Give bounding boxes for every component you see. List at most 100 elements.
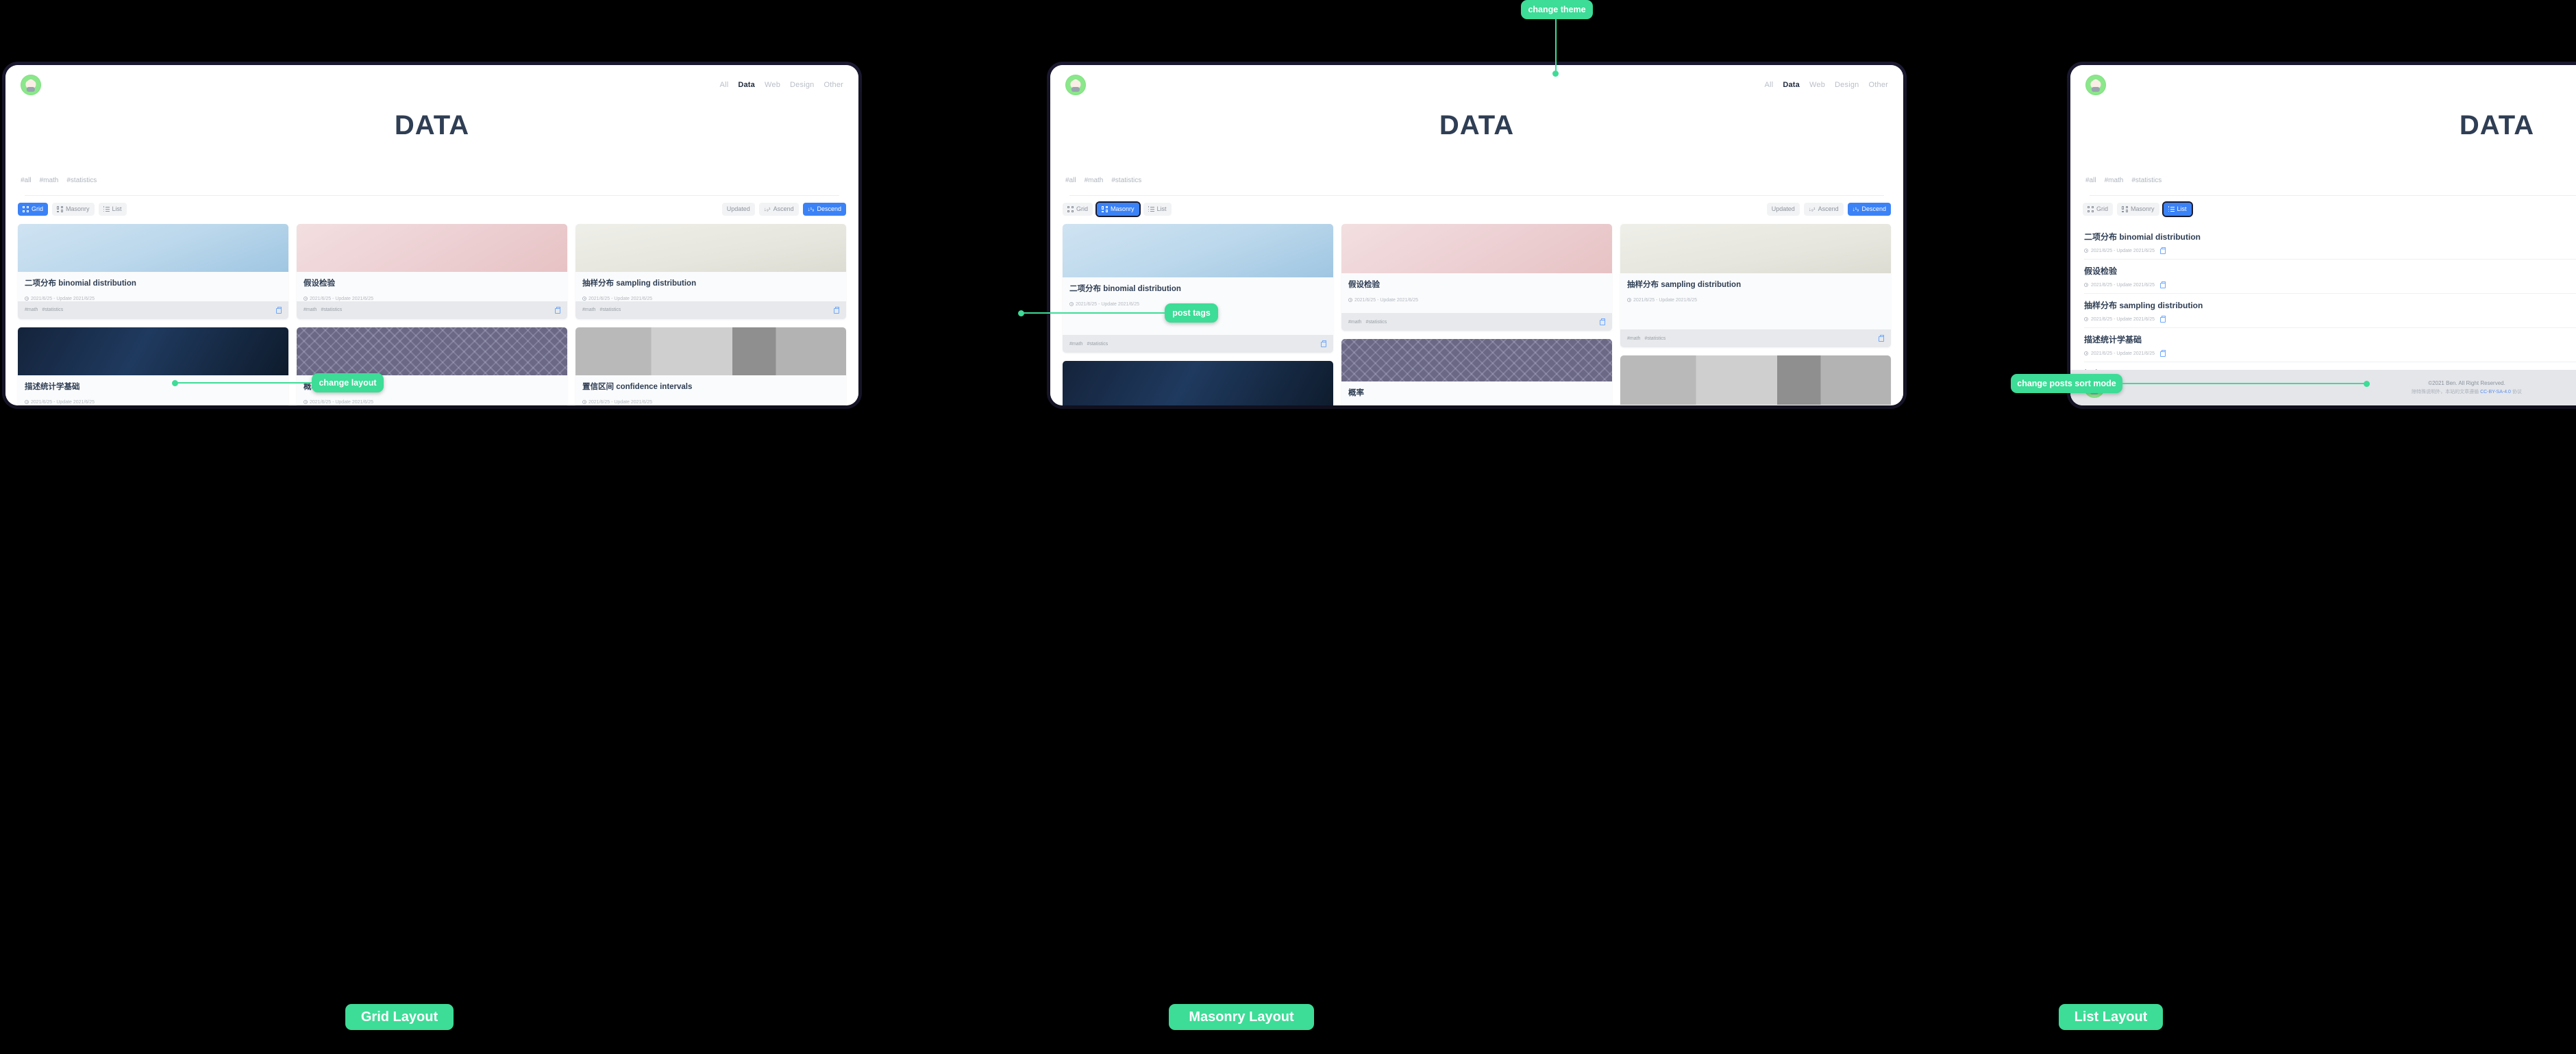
post-tag[interactable]: #statistics xyxy=(1644,336,1665,341)
panel-label-masonry: Masonry Layout xyxy=(1169,1004,1314,1030)
layout-button-list[interactable]: List xyxy=(2162,201,2193,217)
post-title: 概率 xyxy=(1348,389,1364,397)
nav-item-data[interactable]: Data xyxy=(1783,81,1800,89)
sort-button-descend[interactable]: ↓¹₉ Descend xyxy=(1847,203,1891,216)
post-tag[interactable]: #math xyxy=(304,308,317,312)
post-thumbnail xyxy=(1620,224,1891,273)
clock-icon xyxy=(2084,351,2088,355)
nav-item-data[interactable]: Data xyxy=(738,81,755,89)
layout-button-list[interactable]: List xyxy=(98,203,127,216)
post-thumbnail xyxy=(575,327,846,375)
layout-button-masonry[interactable]: Masonry xyxy=(1095,201,1141,217)
avatar[interactable] xyxy=(2085,75,2106,95)
list-item[interactable]: 假设检验 2021/6/25 - Update 2021/6/25 #math … xyxy=(2084,260,2576,294)
layout-button-masonry[interactable]: Masonry xyxy=(52,203,95,216)
sort-ascend-icon: ↓₉¹ xyxy=(1808,206,1816,212)
layout-button-grid[interactable]: Grid xyxy=(1063,203,1093,216)
post-card[interactable]: 置信区间 confidence intervals 2021/6/25 - Up… xyxy=(1620,355,1891,405)
post-card[interactable]: 二项分布 binomial distribution 2021/6/25 - U… xyxy=(1063,224,1333,353)
leader-change-theme xyxy=(1555,19,1557,74)
post-date: 2021/6/25 - Update 2021/6/25 xyxy=(310,399,374,405)
post-tag[interactable]: #math xyxy=(1348,320,1361,325)
clock-icon xyxy=(582,297,586,301)
clock-icon xyxy=(304,400,308,405)
panel-label-list-text: List Layout xyxy=(2074,1009,2148,1025)
tag-math[interactable]: #math xyxy=(40,177,59,184)
sort-button-updated[interactable]: Updated xyxy=(721,203,755,216)
sort-button-updated[interactable]: Updated xyxy=(1766,203,1800,216)
list-item[interactable]: 描述统计学基础 2021/6/25 - Update 2021/6/25 #ma… xyxy=(2084,328,2576,362)
post-card[interactable]: 概率 2021/6/25 - Update 2021/6/25 #math #s… xyxy=(297,327,567,405)
avatar[interactable] xyxy=(21,75,41,95)
nav-item-web[interactable]: Web xyxy=(1809,81,1825,89)
leader-dot-post-tags xyxy=(1018,310,1024,316)
layout-switcher: Grid Masonry List xyxy=(18,203,127,216)
clock-icon xyxy=(2084,283,2088,287)
post-card[interactable]: 抽样分布 sampling distribution 2021/6/25 - U… xyxy=(575,224,846,319)
leader-dot-change-layout xyxy=(172,380,178,386)
layout-button-grid[interactable]: Grid xyxy=(2083,203,2114,216)
jar-icon xyxy=(2160,247,2166,254)
post-thumbnail xyxy=(1341,339,1612,381)
sort-button-ascend[interactable]: ↓₉¹ Ascend xyxy=(1803,203,1844,216)
layout-button-masonry[interactable]: Masonry xyxy=(2117,203,2159,216)
post-card[interactable]: 置信区间 confidence intervals 2021/6/25 - Up… xyxy=(575,327,846,405)
layout-button-grid-label: Grid xyxy=(1076,205,1089,212)
post-tag[interactable]: #math xyxy=(25,308,38,312)
tag-all[interactable]: #all xyxy=(2085,177,2096,184)
nav-item-design[interactable]: Design xyxy=(1835,81,1859,89)
post-card[interactable]: 描述统计学基础 2021/6/25 - Update 2021/6/25 #ma… xyxy=(1063,361,1333,405)
post-tag[interactable]: #statistics xyxy=(42,308,63,312)
leader-change-sort xyxy=(2121,383,2368,384)
nav-item-other[interactable]: Other xyxy=(1868,81,1888,89)
tag-math[interactable]: #math xyxy=(2105,177,2124,184)
post-meta: 2021/6/25 - Update 2021/6/25 xyxy=(1348,298,1605,303)
post-tag[interactable]: #statistics xyxy=(321,308,342,312)
post-tag[interactable]: #statistics xyxy=(599,308,621,312)
post-card[interactable]: 概率 2021/6/25 - Update 2021/6/25 #math #s… xyxy=(1341,339,1612,405)
post-tags: #math #statistics xyxy=(1069,342,1108,347)
post-card[interactable]: 假设检验 2021/6/25 - Update 2021/6/25 #math … xyxy=(297,224,567,319)
tag-math[interactable]: #math xyxy=(1085,177,1104,184)
post-tag[interactable]: #math xyxy=(582,308,595,312)
post-tag[interactable]: #math xyxy=(1627,336,1640,341)
post-tag[interactable]: #math xyxy=(1069,342,1082,347)
post-card[interactable]: 抽样分布 sampling distribution 2021/6/25 - U… xyxy=(1620,224,1891,347)
sort-button-descend-label: Descend xyxy=(1861,205,1886,212)
layout-switcher: Grid Masonry List xyxy=(2083,201,2193,217)
tag-all[interactable]: #all xyxy=(1065,177,1076,184)
tag-all[interactable]: #all xyxy=(21,177,32,184)
post-tag[interactable]: #statistics xyxy=(1087,342,1108,347)
tag-statistics[interactable]: #statistics xyxy=(1111,177,1141,184)
post-card[interactable]: 二项分布 binomial distribution 2021/6/25 - U… xyxy=(18,224,288,319)
layout-button-list[interactable]: List xyxy=(1143,203,1172,216)
list-item[interactable]: 抽样分布 sampling distribution 2021/6/25 - U… xyxy=(2084,294,2576,328)
post-meta: 2021/6/25 - Update 2021/6/25 xyxy=(582,400,839,405)
callout-change-theme-label: change theme xyxy=(1528,5,1586,14)
clock-icon xyxy=(25,297,29,301)
sort-button-updated-label: Updated xyxy=(726,205,750,212)
nav-item-design[interactable]: Design xyxy=(790,81,814,89)
post-title: 抽样分布 sampling distribution xyxy=(1627,281,1742,289)
nav-item-all[interactable]: All xyxy=(1765,81,1774,89)
nav-item-other[interactable]: Other xyxy=(823,81,843,89)
jar-icon xyxy=(1321,340,1327,347)
post-card[interactable]: 描述统计学基础 2021/6/25 - Update 2021/6/25 #ma… xyxy=(18,327,288,405)
license-link[interactable]: CC-BY-SA-4.0 xyxy=(2480,390,2511,394)
grid-icon xyxy=(23,206,29,212)
post-card[interactable]: 假设检验 2021/6/25 - Update 2021/6/25 #math … xyxy=(1341,224,1612,331)
callout-change-sort-label: change posts sort mode xyxy=(2017,379,2116,388)
layout-button-grid[interactable]: Grid xyxy=(18,203,49,216)
tag-statistics[interactable]: #statistics xyxy=(2131,177,2162,184)
tag-row: #all #math #statistics xyxy=(1050,141,1903,184)
browser-panel-grid: All Data Web Design Other DATA #all #mat… xyxy=(5,65,858,405)
post-tags: #math #statistics xyxy=(1348,320,1387,325)
sort-button-descend[interactable]: ↓¹₉ Descend xyxy=(802,203,846,216)
tag-statistics[interactable]: #statistics xyxy=(66,177,97,184)
nav-item-web[interactable]: Web xyxy=(765,81,780,89)
post-tag[interactable]: #statistics xyxy=(1365,320,1387,325)
list-item[interactable]: 二项分布 binomial distribution 2021/6/25 - U… xyxy=(2084,225,2576,260)
nav-item-all[interactable]: All xyxy=(720,81,729,89)
sort-button-ascend[interactable]: ↓₉¹ Ascend xyxy=(758,203,799,216)
avatar[interactable] xyxy=(1065,75,1086,95)
